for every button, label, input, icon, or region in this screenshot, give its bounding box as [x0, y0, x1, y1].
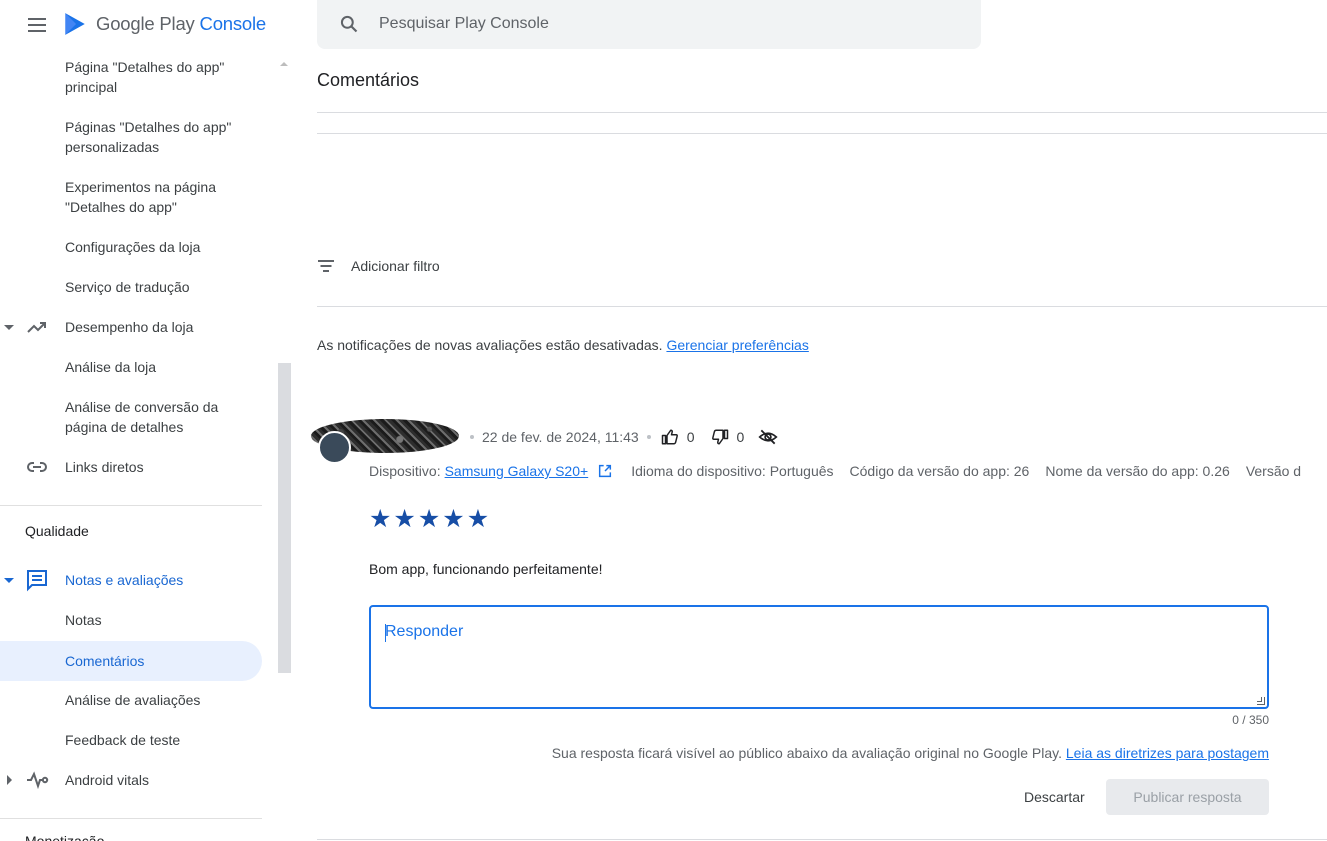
add-filter-button[interactable]: Adicionar filtro	[317, 256, 440, 276]
character-counter: 0 / 350	[1232, 713, 1269, 727]
app-version-name: Nome da versão do app: 0.26	[1045, 463, 1230, 479]
separator-dot	[470, 435, 474, 439]
sidebar-item-ratings-reviews[interactable]: Notas e avaliações	[0, 570, 262, 592]
publish-reply-button[interactable]: Publicar resposta	[1106, 779, 1269, 815]
manage-preferences-link[interactable]: Gerenciar preferências	[666, 337, 808, 353]
guideline-text: Sua resposta ficará visível ao público a…	[551, 745, 1062, 761]
avatar	[318, 431, 351, 464]
review-bottom-divider	[317, 839, 1327, 840]
open-in-new-icon[interactable]	[597, 463, 613, 479]
review-meta: 22 de fev. de 2024, 11:43 0 0	[462, 427, 778, 447]
chevron-right-icon[interactable]	[7, 775, 12, 785]
section-divider	[317, 133, 1327, 134]
sidebar-item-store-settings[interactable]: Configurações da loja	[0, 237, 262, 257]
sidebar-item-label: Serviço de tradução	[65, 279, 190, 295]
page-title: Comentários	[317, 70, 420, 90]
sidebar-item-main-store-listing[interactable]: Página "Detalhes do app" principal	[0, 57, 262, 97]
search-input[interactable]	[379, 12, 939, 36]
separator-dot	[646, 435, 651, 439]
notification-notice: As notificações de novas avaliações estã…	[317, 337, 809, 353]
sidebar-item-label: Análise da loja	[65, 359, 157, 375]
likes-count: 0	[686, 429, 695, 445]
android-version-truncated: Versão d	[1245, 463, 1302, 479]
star-icon: ★	[369, 504, 392, 533]
link-icon	[27, 462, 47, 472]
sidebar-divider	[0, 818, 262, 819]
star-icon: ★	[393, 504, 416, 533]
sidebar-item-deep-links[interactable]: Links diretos	[0, 457, 262, 477]
star-icon: ★	[442, 504, 465, 533]
chevron-down-icon[interactable]	[4, 578, 14, 583]
chevron-down-icon[interactable]	[4, 325, 14, 330]
sidebar-section-quality: Qualidade	[25, 523, 89, 539]
resize-handle-icon[interactable]	[1257, 697, 1265, 705]
sidebar-item-testing-feedback[interactable]: Feedback de teste	[0, 730, 262, 750]
sidebar-divider	[0, 505, 262, 506]
star-icon: ★	[417, 504, 441, 533]
star-icon: ★	[466, 504, 490, 533]
play-logo-icon	[65, 13, 85, 35]
filter-divider	[317, 306, 1327, 307]
sidebar-item-android-vitals[interactable]: Android vitals	[0, 770, 262, 790]
sidebar-item-label: Desempenho da loja	[65, 319, 194, 335]
filter-icon	[317, 259, 335, 273]
sidebar-scrollbar[interactable]	[278, 363, 291, 673]
sidebar-item-label: Notas	[65, 612, 102, 628]
sidebar-item-label: Análise de avaliações	[65, 692, 201, 708]
notice-text: As notificações de novas avaliações estã…	[317, 337, 663, 353]
header-divider	[317, 112, 1327, 113]
posting-guidelines-link[interactable]: Leia as diretrizes para postagem	[1066, 745, 1269, 761]
sidebar-item-store-analysis[interactable]: Análise da loja	[0, 357, 262, 377]
sidebar-item-store-listing-experiments[interactable]: Experimentos na página "Detalhes do app"	[0, 177, 262, 217]
reply-field[interactable]	[369, 605, 1269, 709]
comment-icon	[27, 570, 47, 592]
sidebar-item-label: Feedback de teste	[65, 732, 181, 748]
review-date: 22 de fev. de 2024, 11:43	[482, 429, 639, 445]
likes: 0	[661, 428, 695, 446]
add-filter-label: Adicionar filtro	[351, 258, 440, 274]
sidebar-item-conversion-analysis[interactable]: Análise de conversão da página de detalh…	[0, 397, 262, 437]
menu-icon[interactable]	[25, 14, 49, 36]
device-info: Dispositivo: Samsung Galaxy S20+ Idioma …	[369, 463, 1301, 479]
play-console-logo[interactable]: Google Play Console	[62, 10, 266, 38]
visibility-off-icon[interactable]	[758, 427, 778, 447]
sidebar-item-reviews-analysis[interactable]: Análise de avaliações	[0, 690, 262, 710]
discard-button[interactable]: Descartar	[1010, 780, 1099, 814]
sidebar-header: Google Play Console	[0, 0, 293, 50]
sidebar-item-label: Notas e avaliações	[65, 572, 184, 588]
search-bar[interactable]	[317, 0, 981, 49]
sidebar-item-label: Comentários	[65, 653, 145, 669]
sidebar-item-label: Experimentos na página "Detalhes do app"	[65, 179, 216, 215]
dislikes-count: 0	[736, 429, 745, 445]
sidebar-item-label: Links diretos	[65, 459, 144, 475]
reply-textarea[interactable]	[385, 623, 1245, 703]
vitals-pulse-icon	[27, 771, 49, 790]
reply-guideline: Sua resposta ficará visível ao público a…	[369, 745, 1269, 761]
sidebar-item-reviews[interactable]: Comentários	[0, 641, 262, 681]
sidebar-section-monetization: Monetização	[25, 833, 105, 841]
sidebar-item-label: Configurações da loja	[65, 239, 201, 255]
device-link[interactable]: Samsung Galaxy S20+	[445, 463, 589, 479]
app-version-code: Código da versão do app: 26	[849, 463, 1030, 479]
device-label: Dispositivo:	[369, 463, 441, 479]
search-icon[interactable]	[339, 14, 359, 34]
sidebar-item-custom-store-listings[interactable]: Páginas "Detalhes do app" personalizadas	[0, 117, 262, 157]
sidebar-item-label: Análise de conversão da página de detalh…	[65, 399, 219, 435]
sidebar-item-label: Página "Detalhes do app" principal	[65, 59, 225, 95]
sidebar-item-translation-service[interactable]: Serviço de tradução	[0, 277, 262, 297]
sidebar-item-store-performance[interactable]: Desempenho da loja	[0, 317, 262, 337]
sidebar-item-label: Páginas "Detalhes do app" personalizadas	[65, 119, 232, 155]
thumb-up-icon	[661, 429, 678, 445]
device-language: Idioma do dispositivo: Português	[631, 463, 834, 479]
dislikes: 0	[711, 428, 745, 446]
scroll-up-arrow-icon[interactable]	[280, 62, 288, 66]
logo-text: Google Play Console	[96, 13, 267, 34]
review-text: Bom app, funcionando perfeitamente!	[369, 561, 603, 577]
sidebar: Google Play Console Página "Detalhes do …	[0, 0, 293, 841]
sidebar-item-label: Android vitals	[65, 772, 150, 788]
trending-up-icon	[27, 322, 46, 333]
star-rating: ★ ★ ★ ★ ★	[369, 505, 491, 533]
sidebar-item-ratings[interactable]: Notas	[0, 610, 262, 630]
thumb-down-icon	[711, 429, 728, 445]
